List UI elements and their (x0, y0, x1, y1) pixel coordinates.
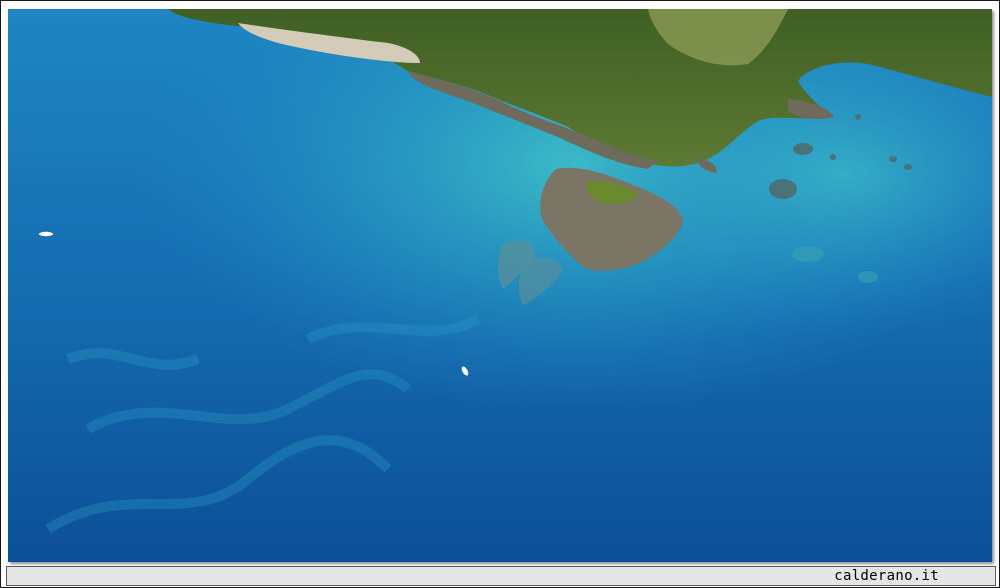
caption-bar: calderano.it (6, 566, 996, 586)
photo-frame: calderano.it (0, 0, 1000, 588)
aerial-photo (8, 9, 992, 562)
boat-left (39, 231, 53, 237)
aerial-sea-illustration (8, 9, 992, 562)
site-watermark: calderano.it (834, 568, 939, 584)
